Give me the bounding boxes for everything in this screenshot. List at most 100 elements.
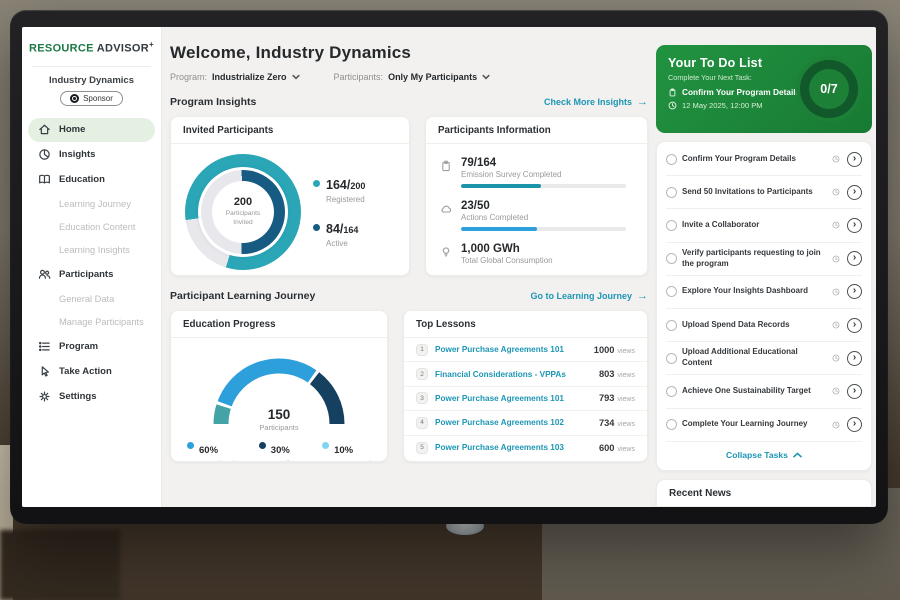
legend-completed: 60%Completed (187, 440, 234, 462)
sidebar: RESOURCE ADVISOR+ Industry Dynamics Spon… (22, 27, 162, 507)
lesson-row: 3 Power Purchase Agreements 101 793views (404, 387, 647, 411)
sidebar-item-take-action[interactable]: Take Action (28, 360, 155, 384)
clock-icon (832, 188, 840, 196)
divider (32, 66, 151, 67)
logo-plus: + (149, 40, 154, 49)
legend-not-started: 10%Not Started (322, 440, 371, 462)
program-filter[interactable]: Program: Industrialize Zero (170, 72, 300, 82)
task-open-button[interactable] (847, 417, 862, 432)
task-row-3[interactable]: Invite a Collaborator (666, 209, 862, 242)
sidebar-item-learning-insights[interactable]: Learning Insights (22, 239, 161, 262)
gear-icon (38, 390, 51, 403)
task-label: Explore Your Insights Dashboard (682, 286, 827, 297)
lesson-link[interactable]: Power Purchase Agreements 101 (435, 345, 587, 354)
legend-dot-blue (187, 442, 194, 449)
task-row-1[interactable]: Confirm Your Program Details (666, 143, 862, 176)
stat-actions: 23/50 Actions Completed (440, 195, 633, 238)
task-row-9[interactable]: Complete Your Learning Journey (666, 409, 862, 442)
clipboard-icon (440, 160, 452, 172)
invited-legend: 164/200 Registered 84/164 Active (313, 176, 365, 248)
task-open-button[interactable] (847, 251, 862, 266)
task-checkbox[interactable] (666, 154, 677, 165)
arrow-right-icon: → (637, 290, 648, 302)
task-row-8[interactable]: Achieve One Sustainability Target (666, 375, 862, 408)
lesson-link[interactable]: Financial Considerations - VPPAs (435, 370, 592, 379)
sidebar-item-education-content[interactable]: Education Content (22, 216, 161, 239)
sidebar-item-education[interactable]: Education (28, 168, 155, 192)
task-open-button[interactable] (847, 218, 862, 233)
sidebar-item-label: Home (59, 124, 85, 135)
program-filter-value: Industrialize Zero (212, 72, 287, 82)
participants-filter-value: Only My Participants (388, 72, 477, 82)
sidebar-item-insights[interactable]: Insights (28, 143, 155, 167)
task-row-7[interactable]: Upload Additional Educational Content (666, 342, 862, 375)
lesson-link[interactable]: Power Purchase Agreements 101 (435, 394, 592, 403)
book-icon (38, 173, 51, 186)
todo-panel: Your To Do List Complete Your Next Task:… (656, 27, 872, 507)
go-to-learning-journey-link[interactable]: Go to Learning Journey → (530, 290, 648, 302)
sidebar-item-settings[interactable]: Settings (28, 385, 155, 409)
lesson-link[interactable]: Power Purchase Agreements 103 (435, 443, 592, 452)
task-checkbox[interactable] (666, 253, 677, 264)
task-open-button[interactable] (847, 284, 862, 299)
task-row-5[interactable]: Explore Your Insights Dashboard (666, 276, 862, 309)
dashboard-screen: RESOURCE ADVISOR+ Industry Dynamics Spon… (22, 27, 876, 507)
sponsor-icon (70, 94, 79, 103)
lesson-views: 793 (599, 393, 615, 403)
legend-active: 84/164 Active (313, 220, 365, 248)
task-open-button[interactable] (847, 384, 862, 399)
task-label: Invite a Collaborator (682, 220, 827, 231)
task-checkbox[interactable] (666, 320, 677, 331)
invited-total-label: ParticipantsInvited (226, 210, 260, 227)
clock-icon (832, 221, 840, 229)
sidebar-item-manage-participants[interactable]: Manage Participants (22, 311, 161, 334)
clock-icon (832, 321, 840, 329)
home-icon (38, 123, 51, 136)
sidebar-item-program[interactable]: Program (28, 335, 155, 359)
sidebar-item-home[interactable]: Home (28, 118, 155, 142)
active-label: Active (326, 239, 358, 248)
legend-pending: 30%Pending (259, 440, 298, 462)
task-checkbox[interactable] (666, 419, 677, 430)
task-open-button[interactable] (847, 185, 862, 200)
task-checkbox[interactable] (666, 286, 677, 297)
task-row-6[interactable]: Upload Spend Data Records (666, 309, 862, 342)
sidebar-item-general-data[interactable]: General Data (22, 288, 161, 311)
task-row-4[interactable]: Verify participants requesting to join t… (666, 243, 862, 276)
todo-due-label: 12 May 2025, 12:00 PM (682, 101, 763, 110)
task-checkbox[interactable] (666, 220, 677, 231)
active-value: 84/ (326, 222, 343, 236)
sidebar-item-participants[interactable]: Participants (28, 263, 155, 287)
page-title: Welcome, Industry Dynamics (170, 43, 648, 63)
sidebar-item-learning-journey[interactable]: Learning Journey (22, 193, 161, 216)
task-label: Upload Additional Educational Content (682, 347, 827, 369)
task-checkbox[interactable] (666, 353, 677, 364)
check-more-insights-link[interactable]: Check More Insights → (544, 96, 648, 108)
todo-counter: 0/7 (820, 82, 837, 96)
task-row-2[interactable]: Send 50 Invitations to Participants (666, 176, 862, 209)
invited-total: 200 (234, 196, 252, 208)
sidebar-subitem-label: Learning Insights (59, 245, 130, 255)
lesson-link[interactable]: Power Purchase Agreements 102 (435, 418, 592, 427)
background-shadow (0, 530, 120, 600)
lesson-views: 734 (599, 418, 615, 428)
arrow-right-icon: → (637, 96, 648, 108)
task-open-button[interactable] (847, 351, 862, 366)
registered-total: 200 (350, 181, 365, 191)
list-icon (38, 340, 51, 353)
section-title-learning-journey: Participant Learning Journey (170, 290, 315, 302)
task-checkbox[interactable] (666, 187, 677, 198)
sidebar-item-label: Program (59, 341, 98, 352)
participants-filter[interactable]: Participants: Only My Participants (334, 72, 491, 82)
legend-dot-light-blue (322, 442, 329, 449)
task-open-button[interactable] (847, 318, 862, 333)
sidebar-item-label: Education (59, 174, 105, 185)
card-title: Invited Participants (171, 117, 409, 144)
sidebar-nav: Home Insights Education Learning Journey… (22, 118, 161, 409)
card-title: Participants Information (426, 117, 647, 144)
collapse-tasks-link[interactable]: Collapse Tasks (666, 442, 862, 469)
stat-consumption: 1,000 GWh Total Global Consumption (440, 238, 633, 272)
task-checkbox[interactable] (666, 386, 677, 397)
progress-bar (461, 227, 626, 231)
task-open-button[interactable] (847, 152, 862, 167)
